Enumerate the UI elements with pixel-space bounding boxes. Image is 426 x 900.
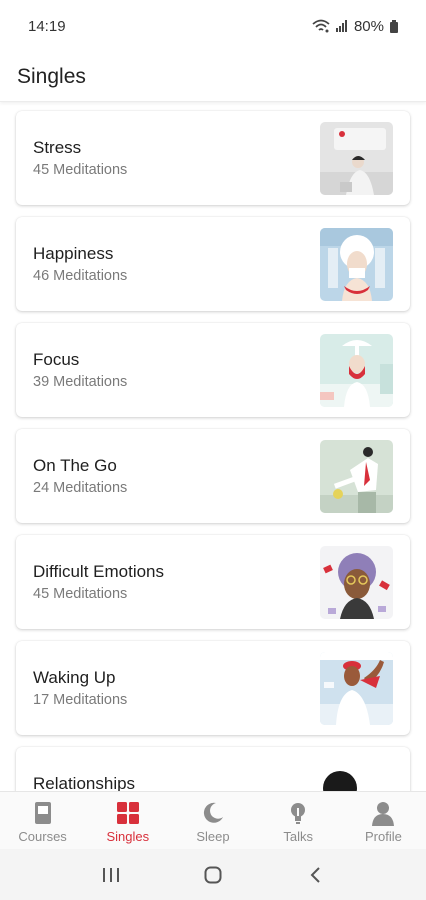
battery-icon xyxy=(390,19,398,33)
courses-icon xyxy=(30,800,56,826)
single-card-happiness[interactable]: Happiness 46 Meditations xyxy=(16,217,410,311)
nav-label: Courses xyxy=(18,829,67,844)
nav-label: Talks xyxy=(283,829,314,844)
wifi-icon xyxy=(312,19,330,33)
relationships-illustration xyxy=(320,758,393,791)
nav-sleep[interactable]: Sleep xyxy=(170,792,255,849)
single-card-on-the-go[interactable]: On The Go 24 Meditations xyxy=(16,429,410,523)
status-icons: 80% xyxy=(312,18,398,35)
single-card-waking-up[interactable]: Waking Up 17 Meditations xyxy=(16,641,410,735)
card-title: On The Go xyxy=(33,456,117,475)
battery-percent: 80% xyxy=(353,17,384,35)
nav-courses[interactable]: Courses xyxy=(0,792,85,849)
nav-label: Sleep xyxy=(196,829,230,844)
card-count: 45 Meditations xyxy=(33,162,128,178)
card-title: Focus xyxy=(33,350,80,369)
system-nav-bar xyxy=(0,849,426,900)
home-icon[interactable] xyxy=(198,860,228,890)
on-the-go-illustration xyxy=(320,440,393,513)
singles-list[interactable]: Stress 45 Meditations Happiness 46 Medit… xyxy=(0,103,426,791)
singles-grid-icon xyxy=(115,800,141,826)
nav-label: Profile xyxy=(364,829,402,844)
nav-singles[interactable]: Singles xyxy=(85,792,170,849)
difficult-emotions-illustration xyxy=(320,546,393,619)
card-count: 24 Meditations xyxy=(33,480,128,496)
card-count: 39 Meditations xyxy=(33,374,128,390)
single-card-relationships[interactable]: Relationships xyxy=(16,747,410,791)
status-time: 14:19 xyxy=(28,17,66,35)
card-count: 17 Meditations xyxy=(33,692,128,708)
nav-talks[interactable]: Talks xyxy=(256,792,341,849)
single-card-focus[interactable]: Focus 39 Meditations xyxy=(16,323,410,417)
back-icon[interactable] xyxy=(300,860,330,890)
profile-icon xyxy=(370,800,396,826)
card-count: 45 Meditations xyxy=(33,586,128,602)
focus-illustration xyxy=(320,334,393,407)
moon-icon xyxy=(200,800,226,826)
card-title: Happiness xyxy=(33,244,114,263)
lightbulb-icon xyxy=(285,800,311,826)
bottom-nav: Courses Singles Sleep Talks Profile xyxy=(0,791,426,849)
card-title: Stress xyxy=(33,138,82,157)
card-title: Difficult Emotions xyxy=(33,562,165,581)
app-header: Singles xyxy=(0,52,426,102)
single-card-stress[interactable]: Stress 45 Meditations xyxy=(16,111,410,205)
nav-profile[interactable]: Profile xyxy=(341,792,426,849)
nav-label: Singles xyxy=(106,829,150,844)
happiness-illustration xyxy=(320,228,393,301)
single-card-difficult-emotions[interactable]: Difficult Emotions 45 Meditations xyxy=(16,535,410,629)
recent-apps-icon[interactable] xyxy=(96,860,126,890)
page-title: Singles xyxy=(17,64,86,88)
status-bar: 14:19 80% xyxy=(0,0,426,52)
card-title: Waking Up xyxy=(33,668,116,687)
card-title: Relationships xyxy=(33,774,136,791)
stress-illustration xyxy=(320,122,393,195)
waking-up-illustration xyxy=(320,652,393,725)
card-count: 46 Meditations xyxy=(33,268,128,284)
signal-icon xyxy=(335,20,348,32)
